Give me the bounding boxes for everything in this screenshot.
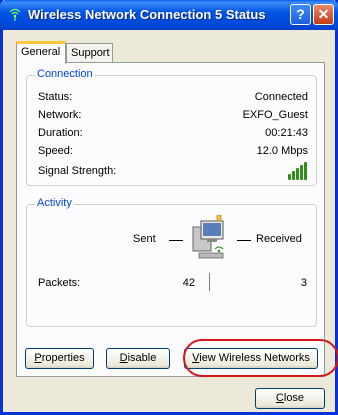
status-label: Status: [38, 91, 73, 103]
disable-accel: D [119, 352, 128, 364]
status-value: Connected [254, 91, 308, 103]
speed-value: 12.0 Mbps [256, 145, 308, 157]
connection-group-title: Connection [35, 68, 95, 80]
tab-support[interactable]: Support [66, 43, 113, 62]
status-dialog: Wireless Network Connection 5 Status ? ✕… [0, 0, 338, 415]
duration-label: Duration: [38, 127, 83, 139]
general-tab-panel: Connection Status: Connected Network: EX… [16, 62, 338, 377]
close-window-button[interactable]: ✕ [313, 4, 334, 25]
disable-button[interactable]: Disable [106, 348, 170, 369]
network-value: EXFO_Guest [242, 109, 308, 121]
window-title: Wireless Network Connection 5 Status [28, 7, 266, 22]
status-row: Status: Connected [38, 91, 308, 105]
sent-label: Sent [133, 233, 156, 245]
title-bar[interactable]: Wireless Network Connection 5 Status ? ✕ [0, 0, 338, 30]
signal-strength-icon [288, 162, 308, 180]
close-accel: C [275, 392, 284, 404]
activity-group-title: Activity [35, 197, 74, 209]
duration-value: 00:21:43 [265, 127, 308, 139]
properties-accel: P [34, 352, 42, 364]
received-line [237, 240, 251, 241]
network-label: Network: [38, 109, 82, 121]
network-row: Network: EXFO_Guest [38, 109, 308, 123]
speed-label: Speed: [38, 145, 73, 157]
packets-sent-value: 42 [182, 277, 195, 289]
disable-label: isable [127, 352, 157, 364]
received-label: Received [256, 233, 302, 245]
highlight-ring [183, 339, 338, 377]
sent-line [169, 240, 183, 241]
properties-label: roperties [41, 352, 85, 364]
properties-button[interactable]: Properties [25, 348, 94, 369]
signal-strength-label: Signal Strength: [38, 165, 117, 177]
close-button[interactable]: Close [255, 388, 325, 409]
wireless-network-icon [9, 8, 21, 21]
tab-general[interactable]: General [16, 41, 66, 64]
speed-row: Speed: 12.0 Mbps [38, 145, 308, 159]
network-computer-icon [192, 215, 224, 259]
signal-strength-row: Signal Strength: [38, 162, 308, 180]
duration-row: Duration: 00:21:43 [38, 127, 308, 141]
activity-group: Activity Sent Received Packets: 42 3 [26, 197, 317, 327]
close-label: lose [283, 392, 305, 404]
packets-divider [209, 273, 210, 291]
packets-label: Packets: [38, 277, 81, 289]
help-button[interactable]: ? [290, 4, 311, 25]
packets-received-value: 3 [300, 277, 307, 289]
connection-group: Connection Status: Connected Network: EX… [26, 68, 317, 186]
